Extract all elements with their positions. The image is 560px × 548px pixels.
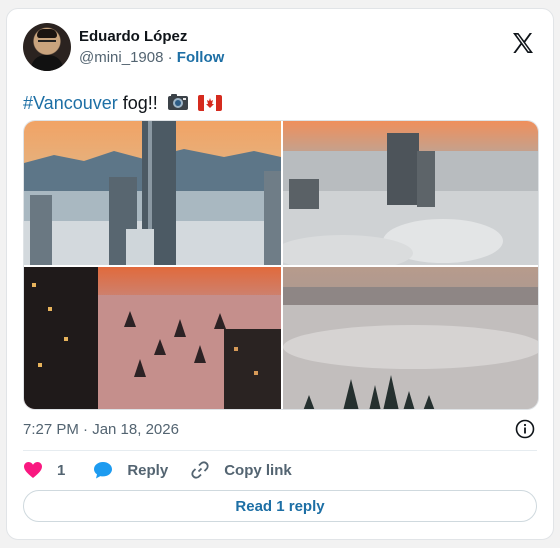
fog-city-photo-3 (24, 267, 281, 409)
copy-link-label: Copy link (224, 461, 292, 479)
x-logo-icon[interactable] (511, 31, 535, 55)
divider (23, 450, 537, 451)
fog-city-photo-4 (283, 267, 538, 409)
heart-icon (24, 462, 42, 478)
like-button[interactable]: 1 (23, 461, 65, 479)
tweet-timestamp[interactable]: 7:27 PM · Jan 18, 2026 (23, 421, 179, 438)
follow-button[interactable]: Follow (177, 49, 225, 66)
canada-flag-emoji-icon (197, 95, 222, 111)
media-grid (23, 120, 539, 410)
avatar[interactable] (23, 23, 71, 71)
author-name[interactable]: Eduardo López (79, 27, 224, 46)
tweet-body: fog!! (117, 93, 158, 113)
action-bar: 1 Reply Copy link (23, 458, 314, 482)
hashtag-link[interactable]: #Vancouver (23, 93, 118, 113)
like-count: 1 (57, 461, 66, 479)
read-replies-button[interactable]: Read 1 reply (23, 490, 537, 522)
link-icon (191, 461, 209, 479)
photo-2[interactable] (283, 121, 538, 265)
photo-1[interactable] (24, 121, 281, 265)
reply-bubble-icon (94, 462, 113, 479)
photo-4[interactable] (283, 267, 538, 409)
fog-city-photo-1 (24, 121, 281, 265)
reply-button[interactable]: Reply (93, 460, 168, 480)
info-icon[interactable] (515, 419, 535, 439)
tweet-card: Eduardo López @mini_1908 · Follow #Vanco… (6, 8, 554, 540)
fog-city-photo-2 (283, 121, 538, 265)
author-handle[interactable]: @mini_1908 (79, 49, 163, 66)
tweet-header: Eduardo López @mini_1908 · Follow (23, 23, 537, 73)
reply-label: Reply (127, 461, 169, 479)
author-block: Eduardo López @mini_1908 · Follow (79, 27, 224, 68)
camera-emoji-icon (167, 94, 188, 110)
separator-dot: · (167, 49, 173, 66)
author-handle-line: @mini_1908 · Follow (79, 48, 224, 68)
tweet-text: #Vancouver fog!! (23, 91, 222, 115)
copy-link-button[interactable]: Copy link (190, 460, 292, 480)
photo-3[interactable] (24, 267, 281, 409)
